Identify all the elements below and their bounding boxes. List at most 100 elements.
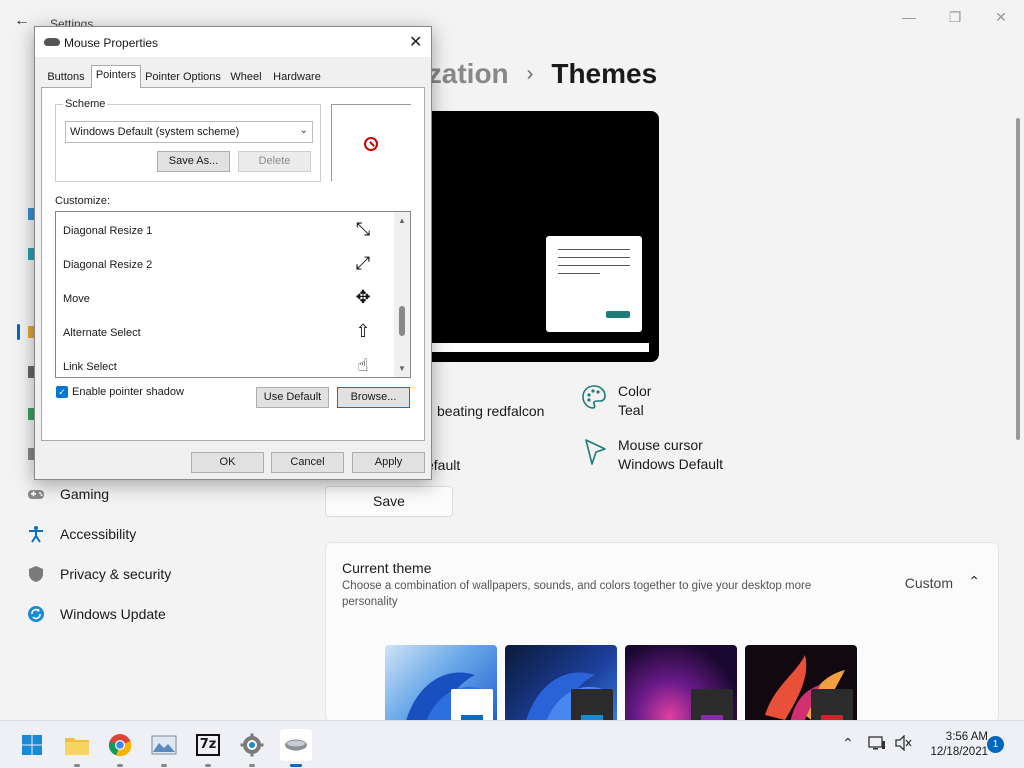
photos-button[interactable] bbox=[148, 729, 180, 767]
tab-wheel[interactable]: Wheel bbox=[227, 68, 265, 88]
scroll-up-icon[interactable]: ▲ bbox=[398, 216, 406, 225]
clock[interactable]: 3:56 AM 12/18/2021 bbox=[920, 730, 988, 760]
customize-label: Customize: bbox=[55, 195, 111, 207]
notification-badge[interactable]: 1 bbox=[987, 736, 1004, 753]
scheme-dropdown[interactable]: Windows Default (system scheme) ⌄ bbox=[65, 121, 313, 143]
running-indicator bbox=[117, 764, 123, 767]
chevron-up-icon[interactable]: ⌃ bbox=[842, 735, 854, 752]
minimize-button[interactable]: — bbox=[900, 8, 918, 26]
breadcrumb: ization › Themes bbox=[420, 58, 657, 90]
gamepad-icon bbox=[26, 484, 46, 504]
pointer-shadow-label: Enable pointer shadow bbox=[72, 386, 184, 398]
shield-icon bbox=[26, 564, 46, 584]
nav-item-windows-update[interactable]: Windows Update bbox=[26, 604, 166, 624]
maximize-button[interactable]: ❐ bbox=[946, 8, 964, 26]
nav-item-accessibility[interactable]: Accessibility bbox=[26, 524, 136, 544]
nav-selection-indicator bbox=[17, 324, 20, 340]
nav-item-label: Privacy & security bbox=[60, 566, 172, 582]
dialog-close-button[interactable]: ✕ bbox=[409, 32, 422, 52]
close-button[interactable]: ✕ bbox=[992, 8, 1010, 26]
7zip-icon: 7z bbox=[196, 734, 220, 756]
use-default-button[interactable]: Use Default bbox=[256, 387, 329, 408]
pointer-shadow-checkbox[interactable]: ✓ bbox=[56, 386, 68, 398]
dialog-titlebar[interactable]: Mouse Properties ✕ bbox=[35, 27, 431, 57]
file-explorer-button[interactable] bbox=[61, 729, 93, 767]
mouse-control-panel-button[interactable] bbox=[280, 729, 312, 767]
breadcrumb-parent[interactable]: ization bbox=[420, 58, 509, 90]
running-indicator bbox=[205, 764, 211, 767]
nav-item-label: Windows Update bbox=[60, 606, 166, 622]
chevron-up-icon[interactable]: ⌃ bbox=[968, 573, 980, 590]
color-value: Teal bbox=[618, 402, 644, 418]
scroll-down-icon[interactable]: ▼ bbox=[398, 364, 406, 373]
delete-button[interactable]: Delete bbox=[238, 151, 311, 172]
chrome-icon bbox=[108, 734, 132, 757]
update-icon bbox=[26, 604, 46, 624]
cursor-name: Alternate Select bbox=[63, 327, 141, 339]
chrome-button[interactable] bbox=[104, 729, 136, 767]
mouse-icon bbox=[285, 739, 307, 751]
back-arrow-icon[interactable]: ← bbox=[14, 12, 32, 29]
network-icon[interactable] bbox=[868, 735, 886, 754]
7zip-button[interactable]: 7z bbox=[192, 729, 224, 767]
list-item[interactable]: Alternate Select ⇧ bbox=[56, 315, 393, 349]
mouse-icon bbox=[44, 38, 60, 46]
scrollbar-thumb[interactable] bbox=[399, 306, 405, 336]
browse-button[interactable]: Browse... bbox=[337, 387, 410, 408]
nav-item-label: Gaming bbox=[60, 486, 110, 502]
tab-hardware[interactable]: Hardware bbox=[270, 68, 324, 88]
theme-preview bbox=[420, 111, 659, 362]
cancel-button[interactable]: Cancel bbox=[271, 452, 344, 473]
nav-item-gaming[interactable]: Gaming bbox=[26, 484, 109, 504]
volume-muted-icon[interactable] bbox=[894, 734, 912, 754]
pointer-preview bbox=[331, 104, 411, 181]
current-theme-card[interactable]: Current theme Choose a combination of wa… bbox=[325, 542, 999, 725]
theme-thumbnail[interactable] bbox=[385, 645, 497, 725]
current-theme-value: Custom bbox=[904, 575, 953, 591]
ok-button[interactable]: OK bbox=[191, 452, 264, 473]
settings-scrollbar[interactable] bbox=[1016, 118, 1020, 440]
theme-thumbnail[interactable] bbox=[625, 645, 737, 725]
list-item[interactable]: Diagonal Resize 2 ⤢ bbox=[56, 247, 393, 281]
cursor-name: Diagonal Resize 1 bbox=[63, 225, 153, 237]
move-icon: ✥ bbox=[355, 287, 371, 307]
preview-accent bbox=[606, 311, 630, 318]
taskbar: 7z ⌃ 3:56 AM 12/18/2021 1 bbox=[0, 720, 1024, 768]
tab-pointer-options[interactable]: Pointer Options bbox=[143, 68, 223, 88]
cursor-name: Link Select bbox=[63, 361, 117, 373]
background-value[interactable]: beating redfalcon bbox=[437, 403, 544, 419]
mouse-cursor-label[interactable]: Mouse cursor bbox=[618, 437, 703, 453]
list-item[interactable]: Diagonal Resize 1 ⤡ bbox=[56, 213, 393, 247]
nav-item-privacy[interactable]: Privacy & security bbox=[26, 564, 171, 584]
cursor-list[interactable]: Diagonal Resize 1 ⤡ Diagonal Resize 2 ⤢ … bbox=[55, 211, 411, 378]
settings-app-button[interactable] bbox=[236, 729, 268, 767]
save-as-button[interactable]: Save As... bbox=[157, 151, 230, 172]
tab-buttons[interactable]: Buttons bbox=[43, 68, 89, 88]
list-scrollbar[interactable]: ▲ ▼ bbox=[394, 212, 410, 377]
start-button[interactable] bbox=[16, 729, 48, 761]
save-theme-button[interactable]: Save bbox=[325, 486, 453, 517]
accessibility-icon bbox=[26, 524, 46, 544]
link-select-icon: ☝ bbox=[357, 355, 369, 375]
preview-window bbox=[546, 236, 642, 332]
color-label[interactable]: Color bbox=[618, 383, 651, 399]
active-indicator bbox=[290, 764, 302, 767]
running-indicator bbox=[161, 764, 167, 767]
clock-date: 12/18/2021 bbox=[930, 746, 988, 758]
apply-button[interactable]: Apply bbox=[352, 452, 425, 473]
cursor-name: Move bbox=[63, 293, 90, 305]
list-item[interactable]: Link Select ☝ bbox=[56, 349, 393, 377]
image-viewer-icon bbox=[151, 735, 177, 755]
scheme-value: Windows Default (system scheme) bbox=[70, 126, 240, 138]
gear-icon bbox=[240, 733, 264, 757]
folder-icon bbox=[65, 738, 89, 755]
dialog-title: Mouse Properties bbox=[64, 36, 159, 50]
scheme-label: Scheme bbox=[63, 98, 108, 110]
mouse-properties-dialog: Mouse Properties ✕ Buttons Pointers Poin… bbox=[34, 26, 432, 480]
alternate-select-icon: ⇧ bbox=[355, 321, 371, 341]
theme-thumbnail[interactable] bbox=[745, 645, 857, 725]
page-title: Themes bbox=[551, 58, 658, 89]
tab-pointers[interactable]: Pointers bbox=[91, 65, 141, 88]
list-item[interactable]: Move ✥ bbox=[56, 281, 393, 315]
theme-thumbnail[interactable] bbox=[505, 645, 617, 725]
